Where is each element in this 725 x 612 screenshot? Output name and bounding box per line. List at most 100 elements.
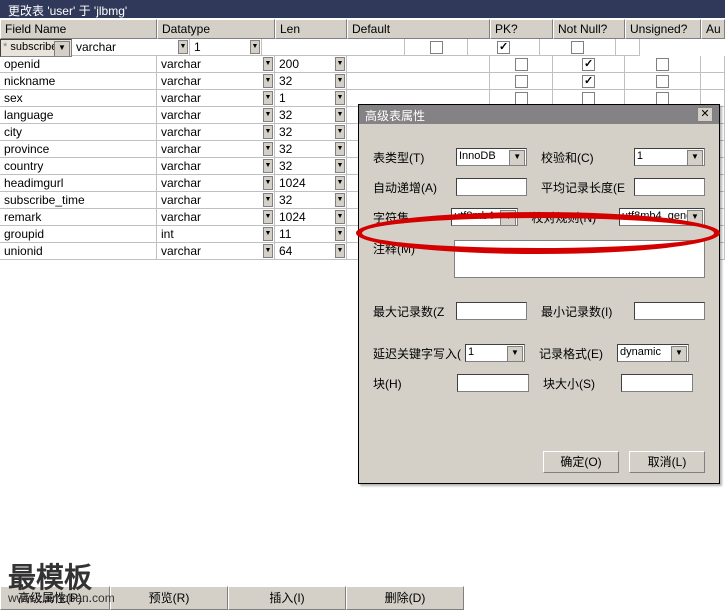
cell-pk[interactable]	[490, 73, 553, 90]
cell-unsigned[interactable]	[625, 56, 701, 73]
chevron-down-icon[interactable]: ▼	[263, 125, 273, 139]
cell-auto[interactable]	[701, 73, 725, 90]
chevron-down-icon[interactable]: ▼	[335, 74, 345, 88]
col-len[interactable]: Len	[275, 19, 347, 39]
cell-notnull[interactable]	[553, 56, 625, 73]
textarea-comment[interactable]	[454, 240, 705, 278]
input-autoincrement[interactable]	[456, 178, 527, 196]
cell-len[interactable]: 32▼	[275, 192, 347, 209]
cell-fieldname[interactable]: unionid	[0, 243, 157, 260]
cell-unsigned[interactable]	[625, 73, 701, 90]
checkbox[interactable]	[497, 41, 510, 54]
chevron-down-icon[interactable]: ▼	[263, 91, 273, 105]
chevron-down-icon[interactable]: ▼	[263, 193, 273, 207]
table-row[interactable]: openidvarchar▼200▼	[0, 56, 725, 73]
cell-datatype[interactable]: varchar▼	[157, 56, 275, 73]
ok-button[interactable]: 确定(O)	[543, 451, 619, 473]
cell-datatype[interactable]: varchar▼	[157, 158, 275, 175]
checkbox[interactable]	[430, 41, 443, 54]
cell-fieldname[interactable]: subscribe_time	[0, 192, 157, 209]
chevron-down-icon[interactable]: ▼	[250, 40, 260, 54]
checkbox[interactable]	[582, 58, 595, 71]
col-auto[interactable]: Au	[701, 19, 725, 39]
select-collation[interactable]: utf8mb4_genera	[619, 208, 705, 226]
input-minrows[interactable]	[634, 302, 705, 320]
cell-len[interactable]: 32▼	[275, 141, 347, 158]
cell-datatype[interactable]: varchar▼	[157, 124, 275, 141]
cell-default[interactable]	[262, 39, 405, 56]
checkbox[interactable]	[571, 41, 584, 54]
chevron-down-icon[interactable]: ▼	[263, 108, 273, 122]
cell-default[interactable]	[347, 73, 490, 90]
select-tabletype[interactable]: InnoDB	[456, 148, 527, 166]
cell-pk[interactable]	[405, 39, 468, 56]
cell-fieldname[interactable]: sex	[0, 90, 157, 107]
cell-len[interactable]: 1▼	[275, 90, 347, 107]
input-maxrows[interactable]	[456, 302, 527, 320]
cell-len[interactable]: 200▼	[275, 56, 347, 73]
chevron-down-icon[interactable]: ▼	[263, 57, 273, 71]
checkbox[interactable]	[582, 75, 595, 88]
cell-len[interactable]: 32▼	[275, 158, 347, 175]
cell-datatype[interactable]: varchar▼	[157, 141, 275, 158]
cell-datatype[interactable]: varchar▼	[157, 209, 275, 226]
select-delaykey[interactable]: 1	[465, 344, 525, 362]
cell-len[interactable]: 1▼	[190, 39, 262, 56]
cell-fieldname[interactable]: language	[0, 107, 157, 124]
cell-datatype[interactable]: varchar▼	[157, 175, 275, 192]
input-chunksize[interactable]	[621, 374, 693, 392]
chevron-down-icon[interactable]: ▼	[335, 176, 345, 190]
chevron-down-icon[interactable]: ▼	[263, 159, 273, 173]
chevron-down-icon[interactable]: ▼	[263, 142, 273, 156]
chevron-down-icon[interactable]: ▼	[263, 176, 273, 190]
col-datatype[interactable]: Datatype	[157, 19, 275, 39]
cell-notnull[interactable]	[468, 39, 540, 56]
cell-fieldname[interactable]: openid	[0, 56, 157, 73]
chevron-down-icon[interactable]: ▼	[335, 210, 345, 224]
dialog-titlebar[interactable]: 高级表属性 ✕	[359, 105, 719, 124]
select-checksum[interactable]: 1	[634, 148, 705, 166]
select-rowformat[interactable]: dynamic	[617, 344, 689, 362]
cell-datatype[interactable]: varchar▼	[157, 73, 275, 90]
col-default[interactable]: Default	[347, 19, 490, 39]
cell-fieldname[interactable]: headimgurl	[0, 175, 157, 192]
chevron-down-icon[interactable]: ▼	[335, 125, 345, 139]
chevron-down-icon[interactable]: ▼	[335, 108, 345, 122]
chevron-down-icon[interactable]: ▼	[335, 227, 345, 241]
delete-button[interactable]: 删除(D)	[346, 586, 464, 610]
cell-fieldname[interactable]: nickname	[0, 73, 157, 90]
col-pk[interactable]: PK?	[490, 19, 553, 39]
cell-datatype[interactable]: varchar▼	[157, 90, 275, 107]
cell-fieldname[interactable]: remark	[0, 209, 157, 226]
cell-datatype[interactable]: varchar▼	[157, 192, 275, 209]
cell-default[interactable]	[347, 56, 490, 73]
cell-len[interactable]: 32▼	[275, 124, 347, 141]
cell-len[interactable]: 32▼	[275, 107, 347, 124]
cell-fieldname[interactable]: province	[0, 141, 157, 158]
chevron-down-icon[interactable]: ▼	[335, 159, 345, 173]
cell-notnull[interactable]	[553, 73, 625, 90]
cell-auto[interactable]	[701, 56, 725, 73]
cell-len[interactable]: 32▼	[275, 73, 347, 90]
input-chunk[interactable]	[457, 374, 529, 392]
cell-pk[interactable]	[490, 56, 553, 73]
chevron-down-icon[interactable]: ▼	[263, 244, 273, 258]
cell-len[interactable]: 11▼	[275, 226, 347, 243]
input-avgrowlen[interactable]	[634, 178, 705, 196]
chevron-down-icon[interactable]: ▼	[178, 40, 188, 54]
cell-auto[interactable]	[616, 39, 640, 56]
checkbox[interactable]	[656, 58, 669, 71]
cell-fieldname[interactable]: groupid	[0, 226, 157, 243]
preview-button[interactable]: 预览(R)	[110, 586, 228, 610]
cell-datatype[interactable]: int▼	[157, 226, 275, 243]
checkbox[interactable]	[515, 75, 528, 88]
cell-fieldname[interactable]: country	[0, 158, 157, 175]
col-unsigned[interactable]: Unsigned?	[625, 19, 701, 39]
chevron-down-icon[interactable]: ▼	[335, 57, 345, 71]
col-notnull[interactable]: Not Null?	[553, 19, 625, 39]
chevron-down-icon[interactable]: ▼	[263, 74, 273, 88]
close-icon[interactable]: ✕	[697, 107, 713, 122]
table-row[interactable]: nicknamevarchar▼32▼	[0, 73, 725, 90]
chevron-down-icon[interactable]: ▼	[335, 91, 345, 105]
cancel-button[interactable]: 取消(L)	[629, 451, 705, 473]
